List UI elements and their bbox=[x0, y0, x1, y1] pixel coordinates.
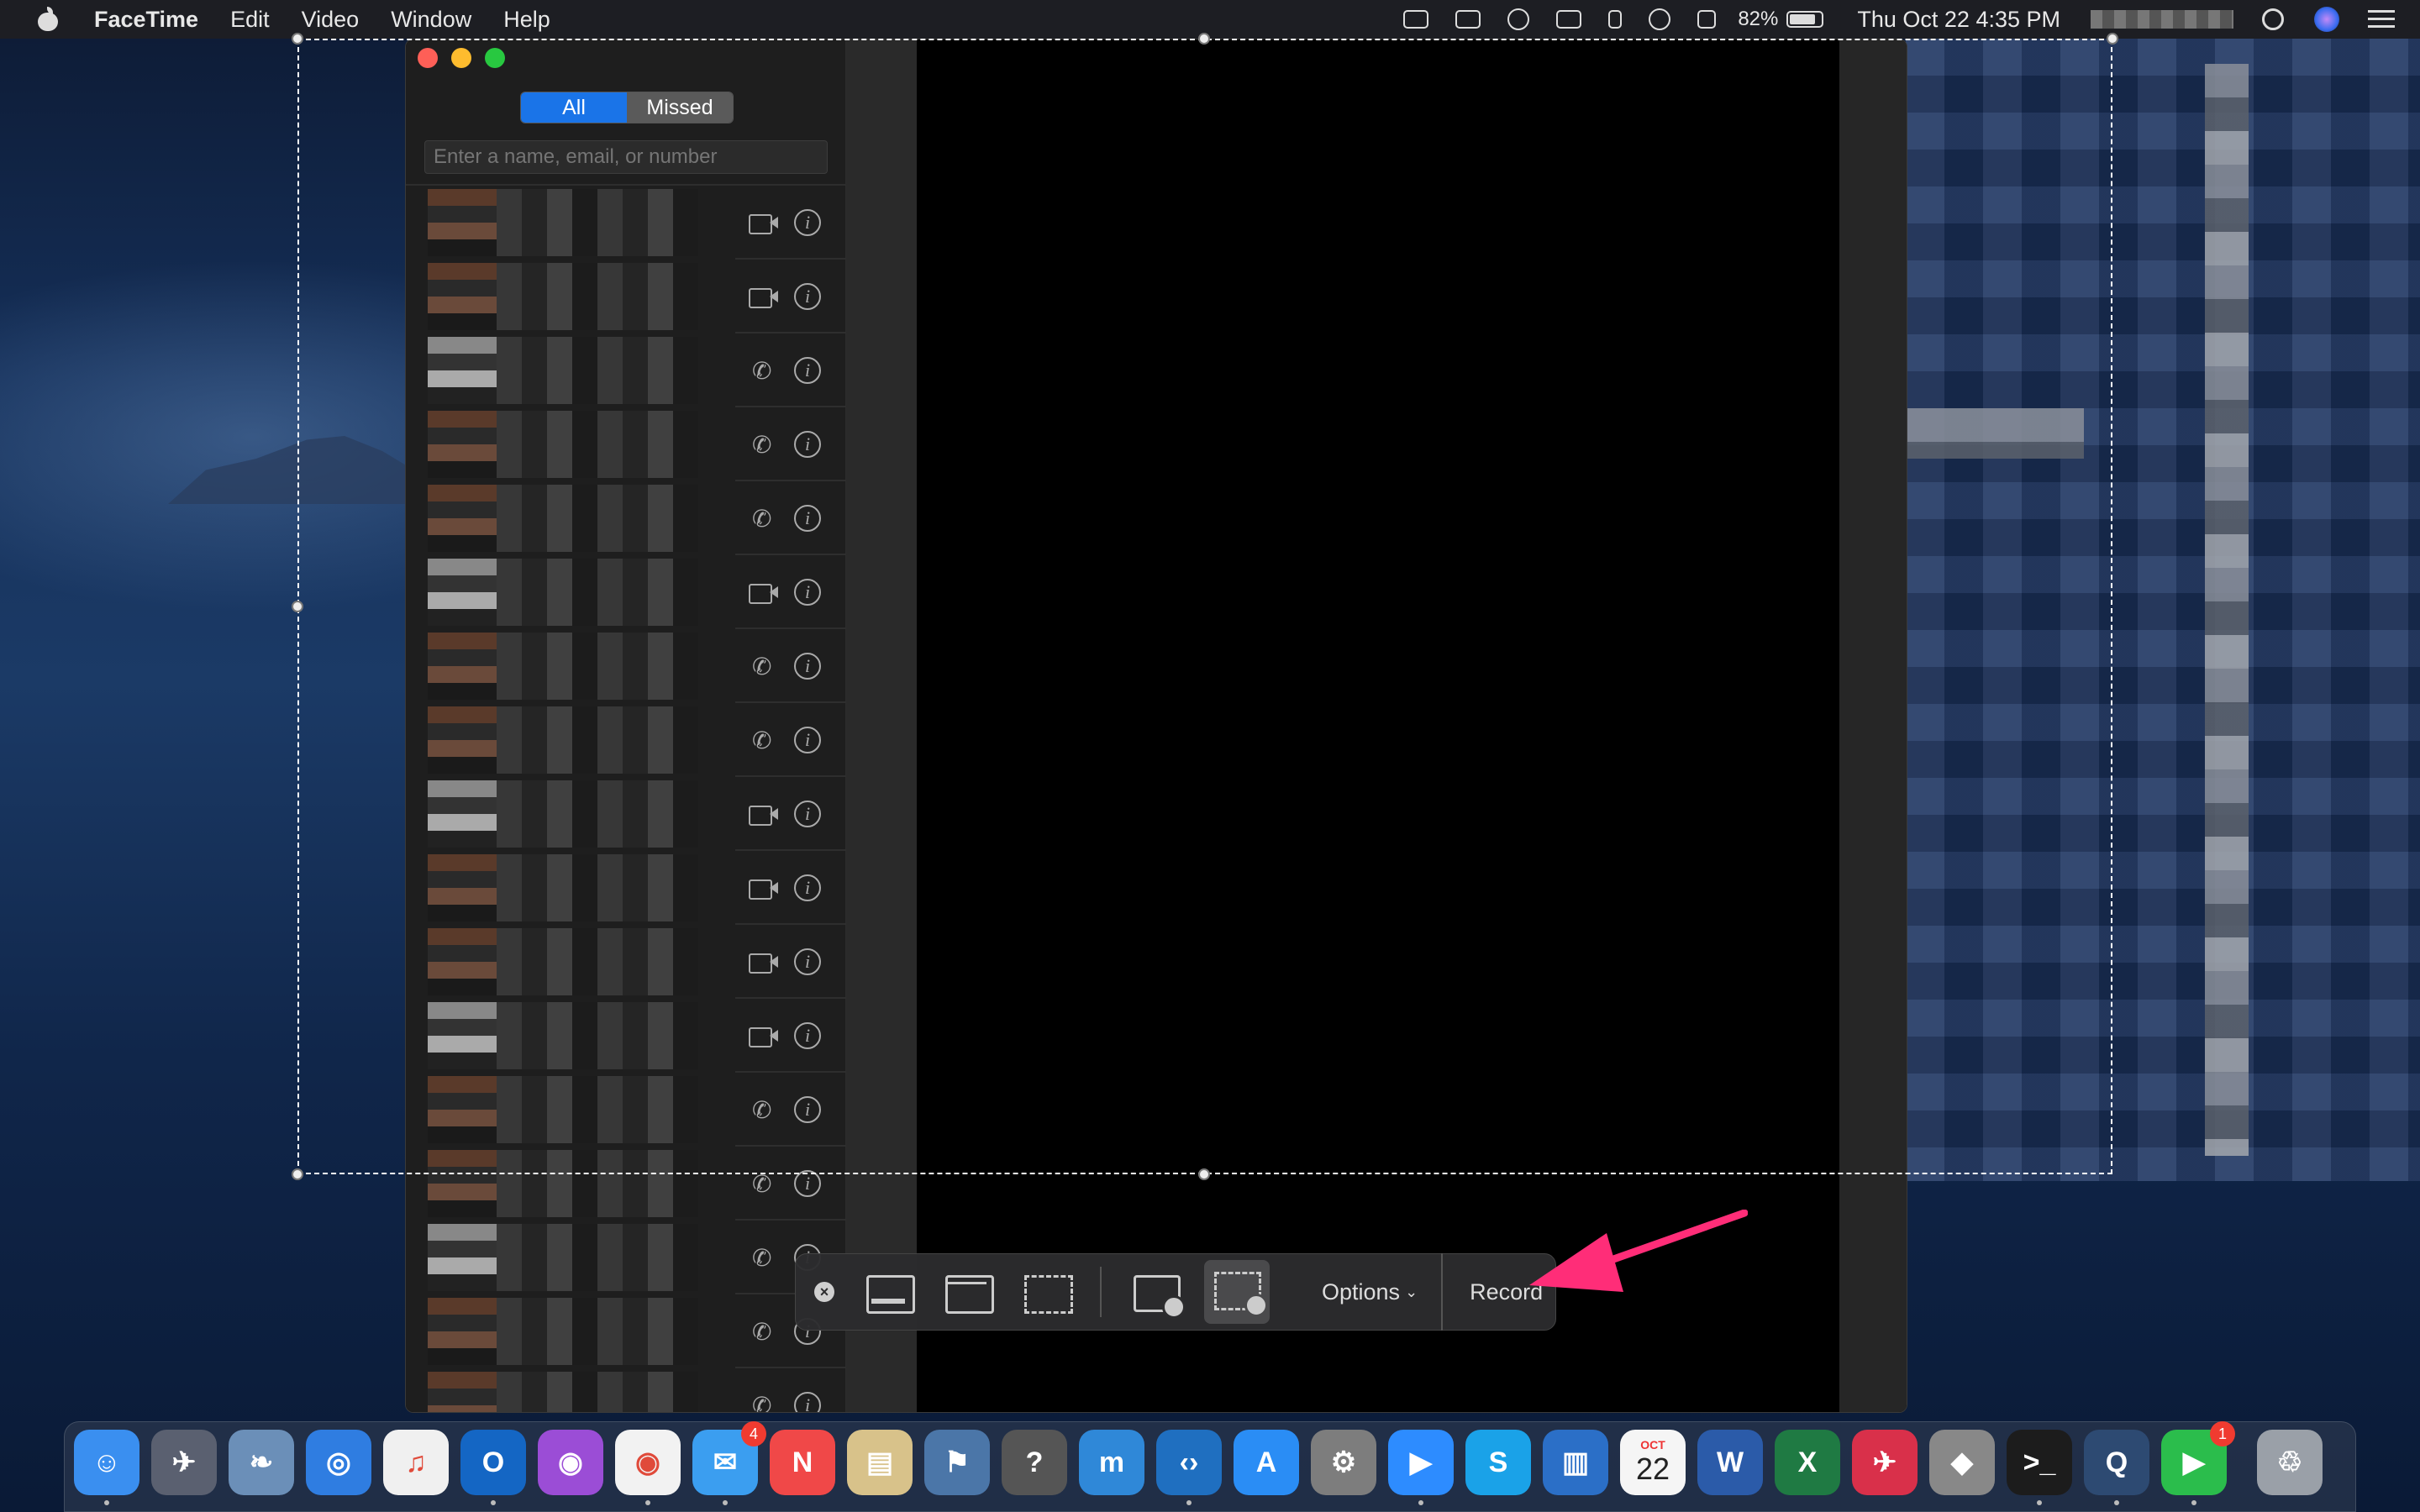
appstore-icon[interactable]: A bbox=[1234, 1430, 1299, 1495]
podcasts-icon[interactable]: ◉ bbox=[538, 1430, 603, 1495]
excel-icon[interactable]: X bbox=[1775, 1430, 1840, 1495]
close-toolbar-icon[interactable]: × bbox=[814, 1282, 834, 1302]
running-indicator bbox=[2114, 1500, 2119, 1505]
zoom-status-icon[interactable] bbox=[1403, 10, 1429, 29]
outlook-icon[interactable]: O bbox=[460, 1430, 526, 1495]
help-icon[interactable]: ? bbox=[1002, 1430, 1067, 1495]
menu-app-name[interactable]: FaceTime bbox=[94, 7, 198, 33]
trello-icon[interactable]: ▥ bbox=[1543, 1430, 1608, 1495]
airmail-status-icon[interactable] bbox=[1455, 10, 1481, 29]
roblox-icon[interactable]: ◆ bbox=[1929, 1430, 1995, 1495]
resize-handle-bottom[interactable] bbox=[1198, 1168, 1210, 1180]
volume-icon[interactable] bbox=[1697, 10, 1717, 29]
menu-help[interactable]: Help bbox=[503, 7, 550, 33]
menu-bar: FaceTime Edit Video Window Help 82% Thu … bbox=[0, 0, 2420, 39]
calendar-month: OCT bbox=[1640, 1438, 1665, 1452]
finder-icon[interactable]: ☺ bbox=[74, 1430, 139, 1495]
running-indicator bbox=[723, 1500, 728, 1505]
capture-entire-screen-icon[interactable] bbox=[863, 1270, 915, 1314]
menu-video[interactable]: Video bbox=[302, 7, 360, 33]
skype-icon[interactable]: S bbox=[1465, 1430, 1531, 1495]
resize-handle-bottom-left[interactable] bbox=[292, 1168, 303, 1180]
notification-badge: 1 bbox=[2210, 1421, 2235, 1446]
calendar-day: 22 bbox=[1635, 1452, 1670, 1486]
resize-handle-top[interactable] bbox=[1198, 33, 1210, 45]
airmail-icon[interactable]: ✈ bbox=[1852, 1430, 1918, 1495]
running-indicator bbox=[491, 1500, 496, 1505]
pixelated-column bbox=[2205, 64, 2249, 1156]
running-indicator bbox=[2037, 1500, 2042, 1505]
record-selected-portion-icon[interactable] bbox=[1204, 1260, 1270, 1324]
terminal-icon[interactable]: >_ bbox=[2007, 1430, 2072, 1495]
capture-selection-rectangle[interactable] bbox=[292, 33, 2118, 1180]
running-indicator bbox=[2191, 1500, 2196, 1505]
airplay-icon[interactable] bbox=[1556, 10, 1582, 29]
news-icon[interactable]: N bbox=[770, 1430, 835, 1495]
bluetooth-icon[interactable] bbox=[1608, 10, 1623, 29]
chevron-down-icon: ⌄ bbox=[1405, 1283, 1418, 1300]
user-name-blurred[interactable] bbox=[2091, 10, 2233, 29]
preview-icon[interactable]: ▤ bbox=[847, 1430, 913, 1495]
running-indicator bbox=[104, 1500, 109, 1505]
notification-center-icon[interactable] bbox=[2368, 10, 2395, 29]
toolbar-separator bbox=[1100, 1267, 1102, 1317]
music-icon[interactable]: ♫ bbox=[383, 1430, 449, 1495]
siri-icon[interactable] bbox=[2314, 7, 2339, 32]
record-entire-screen-icon[interactable] bbox=[1130, 1270, 1186, 1319]
vscode-icon[interactable]: ‹› bbox=[1156, 1430, 1222, 1495]
resize-handle-left[interactable] bbox=[292, 601, 303, 612]
screenshot-toolbar: × Options ⌄ Record bbox=[795, 1253, 1556, 1331]
eagle-icon[interactable]: ❧ bbox=[229, 1430, 294, 1495]
battery-percent: 82% bbox=[1738, 8, 1779, 30]
capture-selected-portion-icon[interactable] bbox=[1021, 1270, 1073, 1314]
quicktime-icon[interactable]: Q bbox=[2084, 1430, 2149, 1495]
word-icon[interactable]: W bbox=[1697, 1430, 1763, 1495]
resize-handle-top-right[interactable] bbox=[2107, 33, 2118, 45]
options-label: Options bbox=[1322, 1278, 1401, 1305]
running-indicator bbox=[1186, 1500, 1192, 1505]
menu-edit[interactable]: Edit bbox=[230, 7, 270, 33]
trash-icon[interactable]: ♲ bbox=[2257, 1430, 2323, 1495]
chrome-icon[interactable]: ◉ bbox=[615, 1430, 681, 1495]
spotlight-search-icon[interactable] bbox=[2262, 8, 2284, 30]
calendar-icon[interactable]: OCT 22 bbox=[1620, 1430, 1686, 1495]
running-indicator bbox=[1418, 1500, 1423, 1505]
zoom-icon[interactable]: ▶ bbox=[1388, 1430, 1454, 1495]
status-area: 82% Thu Oct 22 4:35 PM bbox=[1390, 0, 2420, 39]
battery-icon[interactable] bbox=[1786, 11, 1824, 28]
launchpad-icon[interactable]: ✈ bbox=[151, 1430, 217, 1495]
gear-icon[interactable]: ⚙ bbox=[1311, 1430, 1376, 1495]
menu-window[interactable]: Window bbox=[391, 7, 471, 33]
python-icon[interactable]: ⚑ bbox=[924, 1430, 990, 1495]
apple-menu-icon[interactable] bbox=[35, 7, 60, 32]
capture-selected-window-icon[interactable] bbox=[942, 1270, 994, 1314]
resize-handle-top-left[interactable] bbox=[292, 33, 303, 45]
notification-badge: 4 bbox=[741, 1421, 766, 1446]
wifi-icon[interactable] bbox=[1649, 8, 1671, 30]
malwarebytes-status-icon[interactable] bbox=[1507, 8, 1530, 30]
annotation-arrow-icon bbox=[1529, 1210, 1748, 1292]
running-indicator bbox=[645, 1500, 650, 1505]
toolbar-separator bbox=[1441, 1253, 1444, 1331]
clock[interactable]: Thu Oct 22 4:35 PM bbox=[1857, 7, 2060, 33]
options-menu-button[interactable]: Options ⌄ bbox=[1322, 1279, 1418, 1305]
musescore-icon[interactable]: m bbox=[1079, 1430, 1144, 1495]
safari-icon[interactable]: ◎ bbox=[306, 1430, 371, 1495]
